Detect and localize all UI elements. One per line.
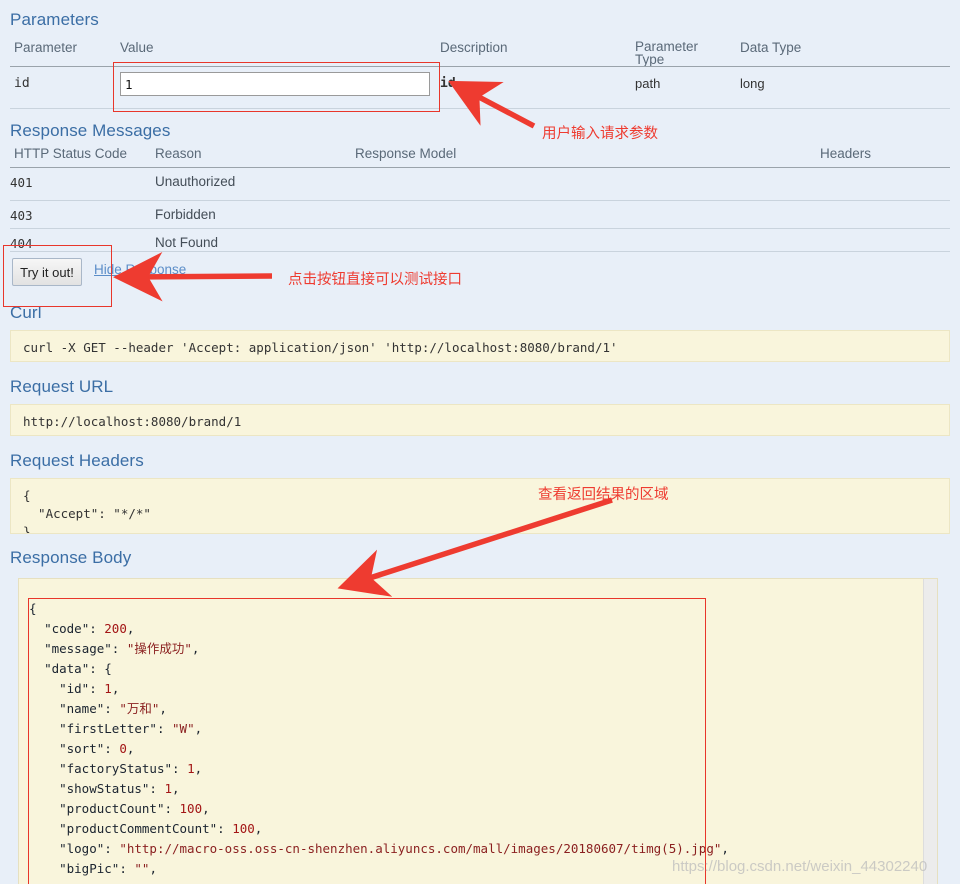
- table-row: 404 Not Found: [10, 229, 950, 262]
- col-data-type: Data Type: [740, 40, 802, 55]
- col-reason: Reason: [155, 146, 202, 161]
- status-code: 403: [10, 208, 33, 223]
- status-code: 404: [10, 236, 33, 251]
- status-reason: Not Found: [155, 235, 219, 250]
- col-parameter-type: Parameter Type: [635, 39, 699, 67]
- response-body-heading: Response Body: [10, 548, 132, 567]
- annotation-label-input: 用户输入请求参数: [542, 126, 658, 142]
- hide-response-link[interactable]: Hide Response: [94, 262, 186, 277]
- status-reason: Forbidden: [155, 207, 216, 222]
- col-headers: Headers: [820, 146, 872, 161]
- status-code: 401: [10, 175, 33, 190]
- try-it-out-button[interactable]: Try it out!: [12, 258, 82, 286]
- col-http-status-code: HTTP Status Code: [14, 146, 128, 161]
- col-parameter: Parameter: [14, 40, 78, 55]
- parameter-description: id: [440, 76, 456, 91]
- response-body-scrollbar[interactable]: [923, 579, 937, 884]
- request-headers-heading: Request Headers: [10, 451, 144, 470]
- request-url-value: http://localhost:8080/brand/1: [10, 404, 950, 436]
- response-body-json: { "code": 200, "message": "操作成功", "data"…: [29, 601, 729, 876]
- parameter-value-input[interactable]: [120, 72, 430, 96]
- response-messages-table-header: HTTP Status Code Reason Response Model H…: [10, 146, 950, 168]
- parameters-heading: Parameters: [10, 10, 99, 29]
- annotation-label-button: 点击按钮直接可以测试接口: [288, 272, 462, 288]
- col-description: Description: [440, 40, 508, 55]
- col-value: Value: [120, 40, 154, 55]
- response-messages-heading: Response Messages: [10, 121, 171, 140]
- parameter-type-value: path: [635, 76, 661, 91]
- col-response-model: Response Model: [355, 146, 457, 161]
- curl-command: curl -X GET --header 'Accept: applicatio…: [10, 330, 950, 362]
- row-divider: [10, 251, 950, 252]
- parameter-data-type-value: long: [740, 76, 765, 91]
- table-row: 401 Unauthorized: [10, 168, 950, 201]
- request-headers-value: { "Accept": "*/*" }: [10, 478, 950, 534]
- response-body-panel: { "code": 200, "message": "操作成功", "data"…: [18, 578, 938, 884]
- status-reason: Unauthorized: [155, 174, 236, 189]
- curl-heading: Curl: [10, 303, 42, 322]
- parameters-row-divider: [10, 108, 950, 109]
- parameter-name: id: [14, 76, 30, 91]
- parameters-header-divider: [10, 66, 950, 67]
- request-url-heading: Request URL: [10, 377, 114, 396]
